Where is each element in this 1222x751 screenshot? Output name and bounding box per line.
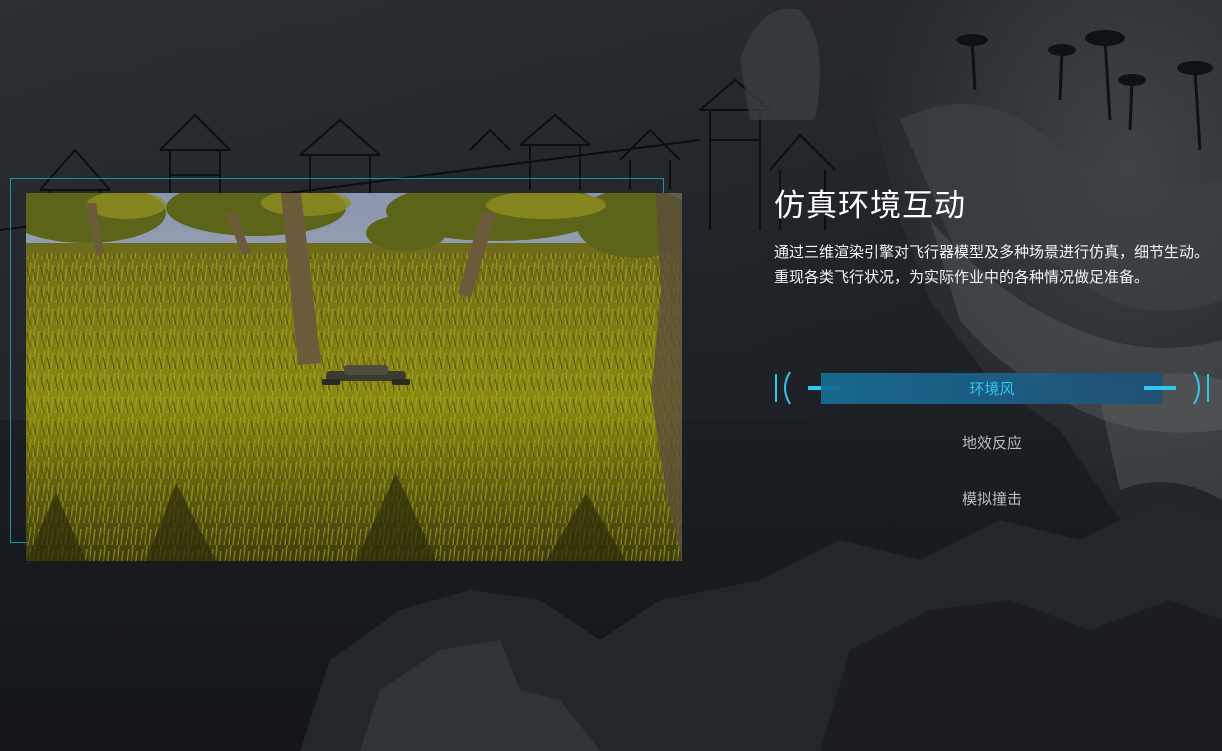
tab-label: 地效反应 <box>961 434 1022 452</box>
tab-ground-effect[interactable]: 地效反应 <box>772 426 1212 460</box>
simulation-video[interactable] <box>26 193 682 561</box>
tab-label: 模拟撞击 <box>961 490 1022 508</box>
simulation-tab-list: 环境风 地效反应 模拟撞击 <box>772 370 1212 530</box>
tab-simulated-collision[interactable]: 模拟撞击 <box>772 482 1212 516</box>
tab-environment-wind[interactable]: 环境风 <box>772 370 1212 405</box>
drone-over-grass-scene <box>26 193 682 561</box>
simulation-page: 仿真环境互动 通过三维渲染引擎对飞行器模型及多种场景进行仿真，细节生动。重现各类… <box>0 0 1222 751</box>
section-title: 仿真环境互动 <box>774 188 966 224</box>
tab-label: 环境风 <box>969 380 1015 398</box>
section-description: 通过三维渲染引擎对飞行器模型及多种场景进行仿真，细节生动。重现各类飞行状况，为实… <box>774 243 1210 286</box>
